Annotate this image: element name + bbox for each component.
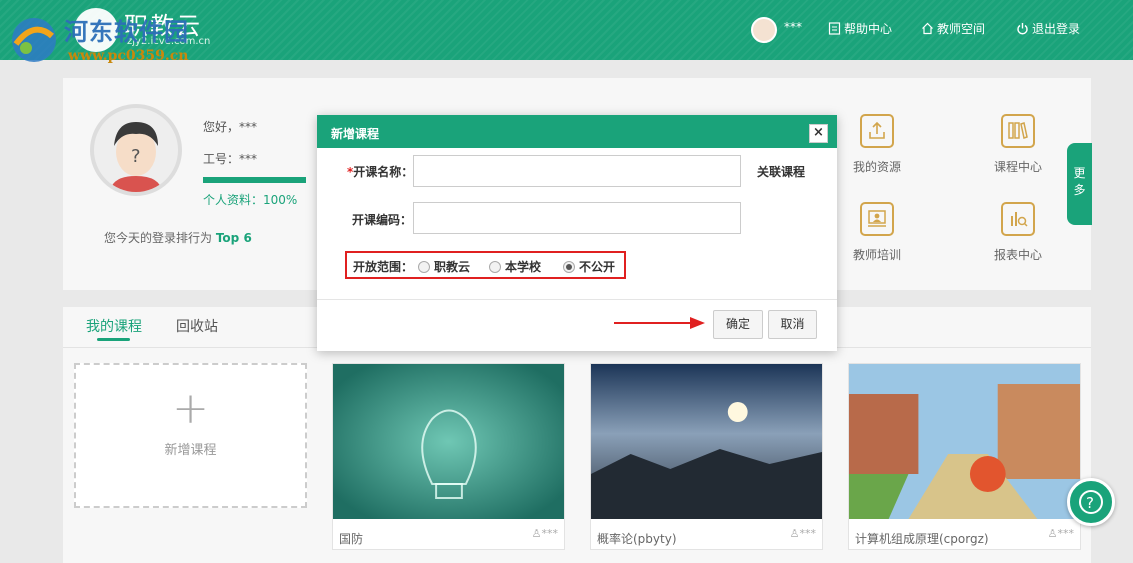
- greeting-text: 您好，***: [203, 120, 258, 134]
- course-name-input[interactable]: [413, 155, 741, 187]
- tile-label: 我的资源: [852, 160, 901, 174]
- more-tab[interactable]: 更多: [1067, 143, 1092, 225]
- radio-label: 不公开: [579, 260, 616, 274]
- tile-my-resources[interactable]: 我的资源: [832, 114, 922, 175]
- tile-report-center[interactable]: 报表中心: [973, 202, 1063, 263]
- active-tab-indicator: [97, 338, 130, 341]
- course-card[interactable]: 国防 ♙***: [332, 363, 565, 550]
- watermark-url: www.pc0359.cn: [68, 48, 189, 64]
- more-tab-char: 更: [1073, 166, 1086, 180]
- help-center-label: 帮助中心: [844, 22, 893, 36]
- tab-recycle-bin[interactable]: 回收站: [176, 316, 218, 336]
- document-icon: [828, 22, 841, 35]
- books-icon: [1001, 114, 1035, 148]
- cancel-button[interactable]: 取消: [768, 310, 817, 339]
- tile-label: 报表中心: [993, 248, 1042, 262]
- scope-radio-school[interactable]: 本学校: [489, 258, 541, 275]
- course-owner-name: ***: [1057, 527, 1075, 540]
- profile-completion: 个人资料：100%: [203, 191, 297, 208]
- course-owner-name: ***: [799, 527, 817, 540]
- link-course-link[interactable]: 关联课程: [757, 163, 805, 180]
- logout-label: 退出登录: [1032, 22, 1081, 36]
- plus-icon: +: [172, 383, 209, 434]
- header-user-name[interactable]: ***: [784, 20, 802, 34]
- home-icon: [922, 22, 933, 35]
- teacher-space-link[interactable]: 教师空间: [921, 20, 985, 37]
- course-name: 计算机组成原理(cporgz): [855, 532, 989, 546]
- course-code-label: 开课编码：: [352, 213, 413, 227]
- login-rank: 您今天的登录排行为 Top 6: [104, 229, 252, 246]
- rank-value: Top 6: [215, 231, 252, 245]
- dialog-title: 新增课程: [331, 127, 380, 141]
- completion-label: 个人资料：: [203, 193, 264, 207]
- course-owner: ♙***: [1048, 527, 1074, 540]
- help-center-link[interactable]: 帮助中心: [828, 20, 892, 37]
- course-cover-image: [591, 364, 822, 519]
- course-owner: ♙***: [790, 527, 816, 540]
- upload-icon: [860, 114, 894, 148]
- dialog-footer-divider: [317, 299, 837, 300]
- radio-icon: [418, 260, 430, 273]
- default-avatar-icon: ?: [110, 122, 162, 192]
- course-name: 国防: [339, 532, 364, 546]
- svg-text:?: ?: [131, 146, 141, 167]
- course-cover-image: [333, 364, 564, 519]
- course-card[interactable]: 概率论(pbyty) ♙***: [590, 363, 823, 550]
- completion-value: 100%: [263, 193, 298, 207]
- profile-avatar[interactable]: ?: [90, 104, 182, 196]
- watermark-logo-icon: [12, 18, 56, 62]
- profile-progress-fill: [203, 177, 306, 183]
- add-course-label: 新增课程: [164, 443, 217, 458]
- user-icon: ♙: [531, 527, 542, 540]
- tile-course-center[interactable]: 课程中心: [973, 114, 1063, 175]
- user-icon: ♙: [789, 527, 800, 540]
- close-icon[interactable]: ×: [809, 124, 828, 143]
- dialog-header: [317, 115, 837, 148]
- teacher-space-label: 教师空间: [937, 22, 986, 36]
- report-icon: [1001, 202, 1035, 236]
- course-owner: ♙***: [532, 527, 558, 540]
- radio-label: 本学校: [505, 260, 542, 274]
- radio-icon: [489, 260, 501, 273]
- logout-link[interactable]: 退出登录: [1016, 20, 1080, 37]
- course-cover-image: [849, 364, 1080, 519]
- radio-selected-icon: [563, 260, 575, 273]
- work-number: 工号：***: [203, 152, 258, 166]
- more-tab-char: 多: [1073, 183, 1086, 197]
- tile-label: 课程中心: [993, 160, 1042, 174]
- course-card[interactable]: 计算机组成原理(cporgz) ♙***: [848, 363, 1081, 550]
- radio-label: 职教云: [434, 260, 471, 274]
- tile-teacher-training[interactable]: 教师培训: [832, 202, 922, 263]
- tile-label: 教师培训: [852, 248, 901, 262]
- course-name-label: *开课名称：: [347, 163, 413, 180]
- course-owner-name: ***: [541, 527, 559, 540]
- user-avatar[interactable]: [751, 17, 777, 43]
- rank-text: 您今天的登录排行为: [104, 231, 213, 245]
- question-icon: ?: [1079, 490, 1103, 514]
- scope-radio-private[interactable]: 不公开: [563, 258, 615, 275]
- course-name-label-text: 开课名称：: [353, 165, 414, 179]
- help-float-button[interactable]: ?: [1067, 478, 1115, 526]
- add-course-card[interactable]: + 新增课程: [74, 363, 307, 508]
- course-code-input[interactable]: [413, 202, 741, 234]
- arrow-annotation-icon: [614, 317, 705, 329]
- scope-label: 开放范围：: [353, 260, 414, 274]
- training-icon: [860, 202, 894, 236]
- tab-my-courses[interactable]: 我的课程: [86, 316, 142, 336]
- svg-text:?: ?: [1086, 494, 1094, 512]
- course-name: 概率论(pbyty): [597, 532, 677, 546]
- profile-progress-bar: [203, 177, 306, 183]
- power-icon: [1017, 23, 1028, 35]
- scope-radio-zhijiaoyun[interactable]: 职教云: [418, 258, 470, 275]
- watermark-title: 河东软件园: [64, 18, 189, 46]
- confirm-button[interactable]: 确定: [713, 310, 763, 339]
- user-icon: ♙: [1047, 527, 1058, 540]
